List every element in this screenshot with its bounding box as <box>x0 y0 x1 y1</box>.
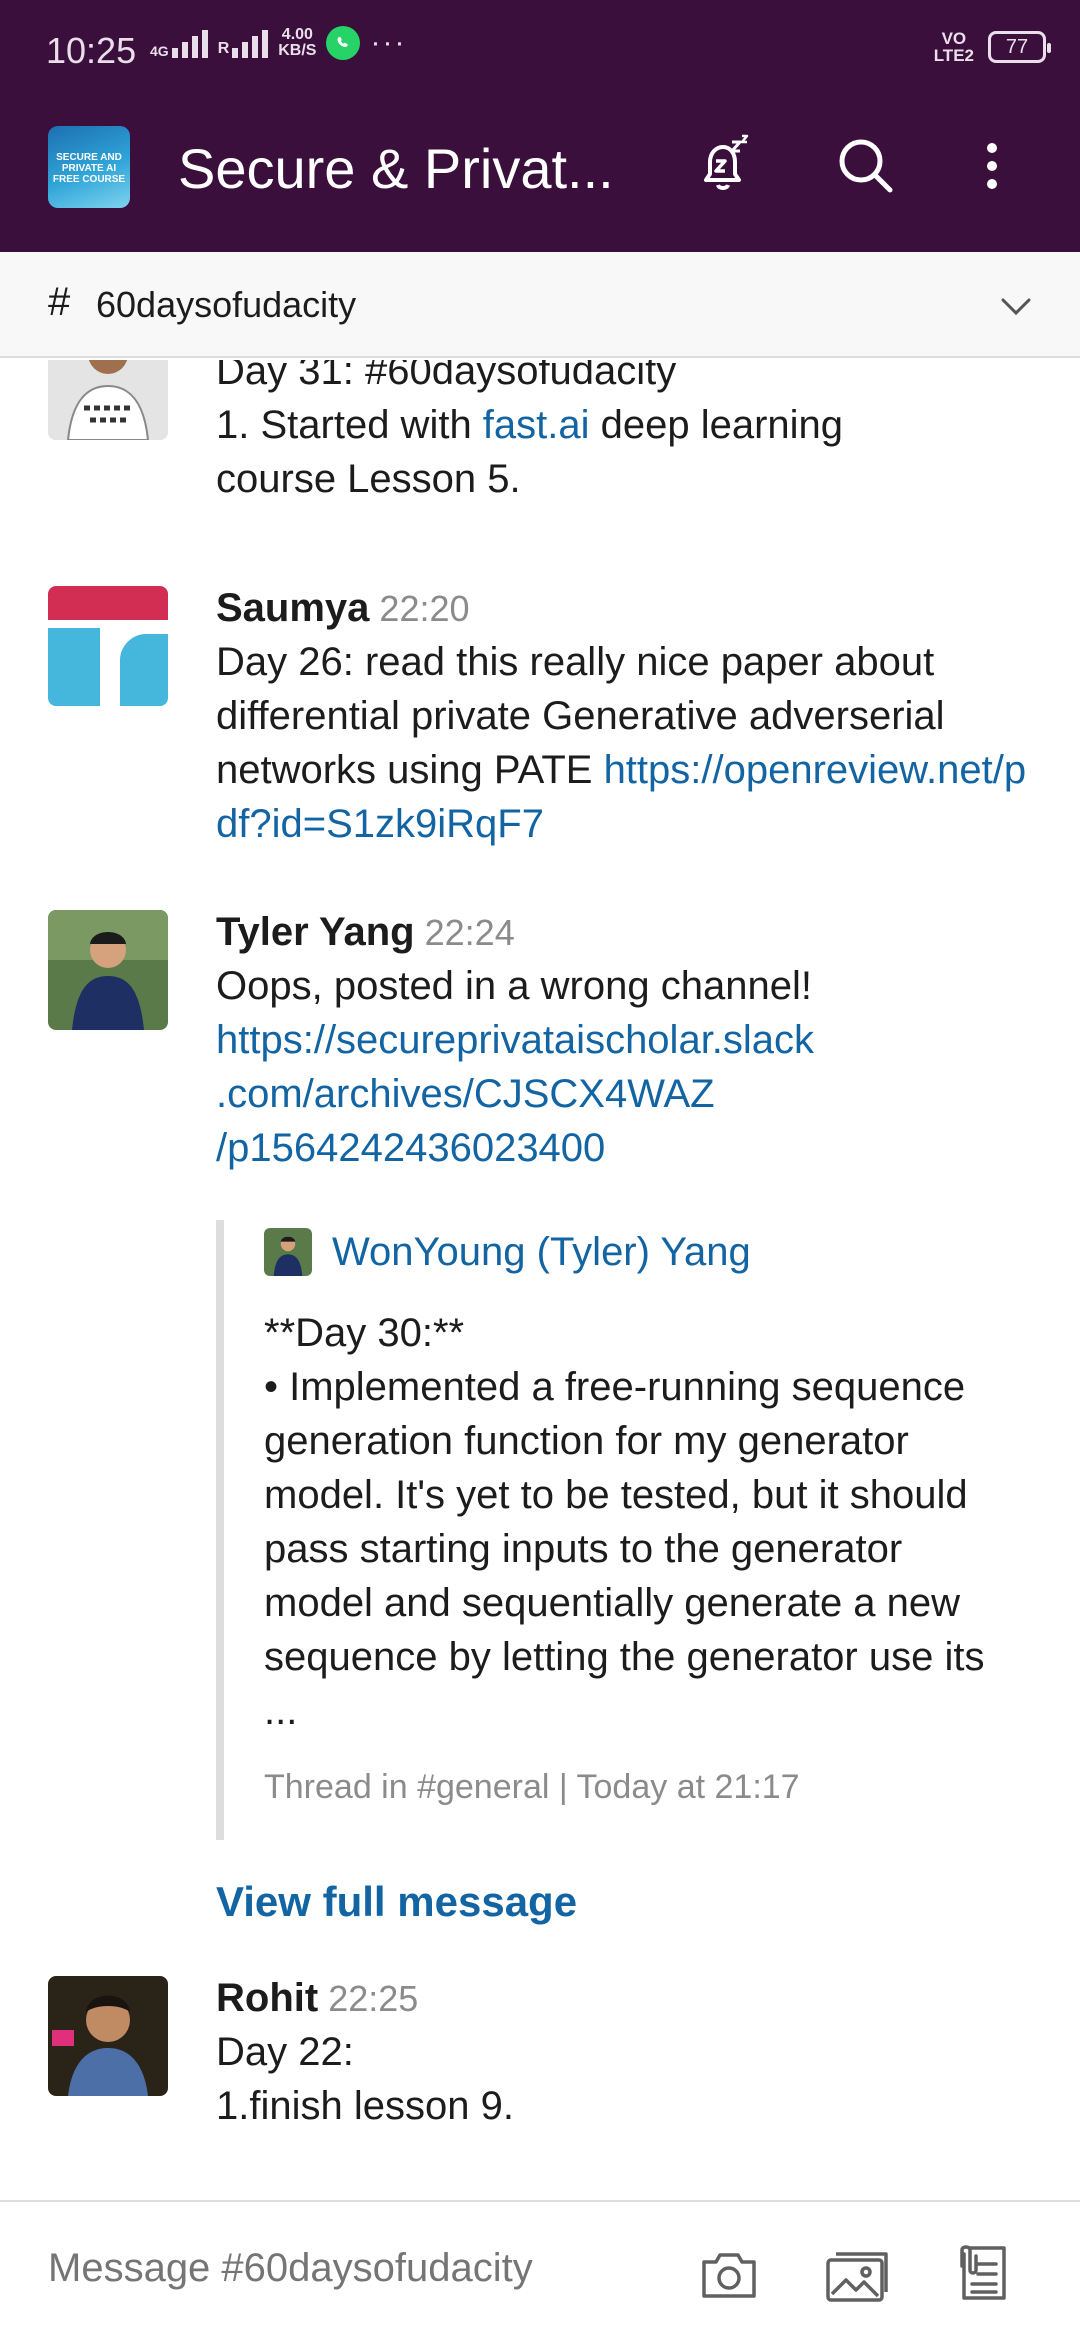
image-icon[interactable] <box>824 2244 888 2306</box>
more-vertical-icon[interactable] <box>980 134 1044 198</box>
message-author[interactable]: Tyler Yang <box>216 910 415 954</box>
message-line: course Lesson 5. <box>216 457 521 501</box>
quote-meta[interactable]: Thread in #general | Today at 21:17 <box>264 1768 1016 1807</box>
volte-icon: VO LTE2 <box>933 29 974 65</box>
message-author[interactable]: Saumya <box>216 586 369 630</box>
message-author[interactable]: Rohit <box>216 1976 318 2020</box>
chevron-down-icon[interactable] <box>998 288 1034 324</box>
whatsapp-icon <box>326 26 361 60</box>
message-header: Tyler Yang 22:24 <box>216 910 1036 955</box>
message-body: Rohit 22:25 Day 22: 1.finish lesson 9. <box>216 1976 1036 2133</box>
workspace-title[interactable]: Secure & Privat... <box>178 136 614 201</box>
channel-hash-icon: # <box>48 280 71 324</box>
message-text: Day 31: #60daysofudacity 1. Started with… <box>216 360 1036 506</box>
message-line: Day 31: #60daysofudacity <box>216 360 677 393</box>
message-link[interactable]: https://secureprivataischolar.slack .com… <box>216 1013 1036 1175</box>
speed-unit: KB/S <box>278 42 317 59</box>
speed-value: 4.00 <box>281 26 313 43</box>
message-input[interactable] <box>48 2246 668 2291</box>
workspace-logo[interactable]: SECURE AND PRIVATE AI FREE COURSE <box>48 126 130 208</box>
quote-author[interactable]: WonYoung (Tyler) Yang <box>332 1230 751 1275</box>
message-header: Rohit 22:25 <box>216 1976 1036 2021</box>
workspace-logo-text: SECURE AND PRIVATE AI FREE COURSE <box>52 152 126 185</box>
channel-bar[interactable]: # 60daysofudacity <box>0 252 1080 358</box>
message-body: Day 31: #60daysofudacity 1. Started with… <box>216 360 1036 506</box>
camera-icon[interactable] <box>698 2244 760 2306</box>
app-header: SECURE AND PRIVATE AI FREE COURSE Secure… <box>0 84 1080 252</box>
quote-avatar <box>264 1228 312 1276</box>
battery-level: 77 <box>1005 35 1029 58</box>
message-time: 22:24 <box>424 912 515 953</box>
roaming-label: R <box>217 40 230 57</box>
network-speed: 4.00 KB/S <box>278 27 316 59</box>
avatar[interactable] <box>48 910 168 1030</box>
quote-text: **Day 30:** • Implemented a free-running… <box>264 1311 985 1733</box>
message-body: Tyler Yang 22:24 Oops, posted in a wrong … <box>216 910 1036 1175</box>
avatar[interactable] <box>48 1976 168 2096</box>
more-notifications-icon: ··· <box>370 26 407 59</box>
message-list[interactable]: Day 31: #60daysofudacity 1. Started with… <box>0 360 1080 2200</box>
channel-name[interactable]: 60daysofudacity <box>96 284 356 326</box>
status-time: 10:25 <box>46 30 137 71</box>
message-line: Oops, posted in a wrong channel! <box>216 964 812 1008</box>
view-full-message-link[interactable]: View full message <box>216 1878 577 1926</box>
status-bar: 10:25 4G R 4.00 KB/S ··· VO LTE2 77 <box>0 0 1080 84</box>
quote-header[interactable]: WonYoung (Tyler) Yang <box>264 1228 1016 1276</box>
message-composer <box>0 2200 1080 2340</box>
message-text: Day 22: 1.finish lesson 9. <box>216 2030 514 2128</box>
message-body: Saumya 22:20 Day 26: read this really nic… <box>216 586 1036 851</box>
search-icon[interactable] <box>834 134 898 198</box>
files-icon[interactable] <box>954 2244 1016 2306</box>
battery-icon: 77 <box>988 31 1051 63</box>
net-type: 4G <box>150 43 169 59</box>
snooze-bell-icon[interactable] <box>692 134 756 198</box>
message-text: Day 26: read this really nice paper abou… <box>216 640 1027 846</box>
signal-icon <box>171 28 208 58</box>
message-header: Saumya 22:20 <box>216 586 1036 631</box>
avatar[interactable] <box>48 360 168 440</box>
signal-2-icon <box>232 28 269 58</box>
message-time: 22:20 <box>379 588 470 629</box>
status-right-icons: VO LTE2 77 <box>933 29 1051 65</box>
message-line: 1. Started with fast.ai deep learning <box>216 403 844 447</box>
shared-message-attachment[interactable]: WonYoung (Tyler) Yang **Day 30:** • Impl… <box>216 1220 1016 1840</box>
message-time: 22:25 <box>328 1978 419 2019</box>
avatar[interactable] <box>48 586 168 706</box>
status-left-icons: 4G R 4.00 KB/S ··· <box>150 26 406 60</box>
message-link[interactable]: fast.ai <box>483 403 590 447</box>
message-text: Oops, posted in a wrong channel! https:/… <box>216 959 1036 1175</box>
